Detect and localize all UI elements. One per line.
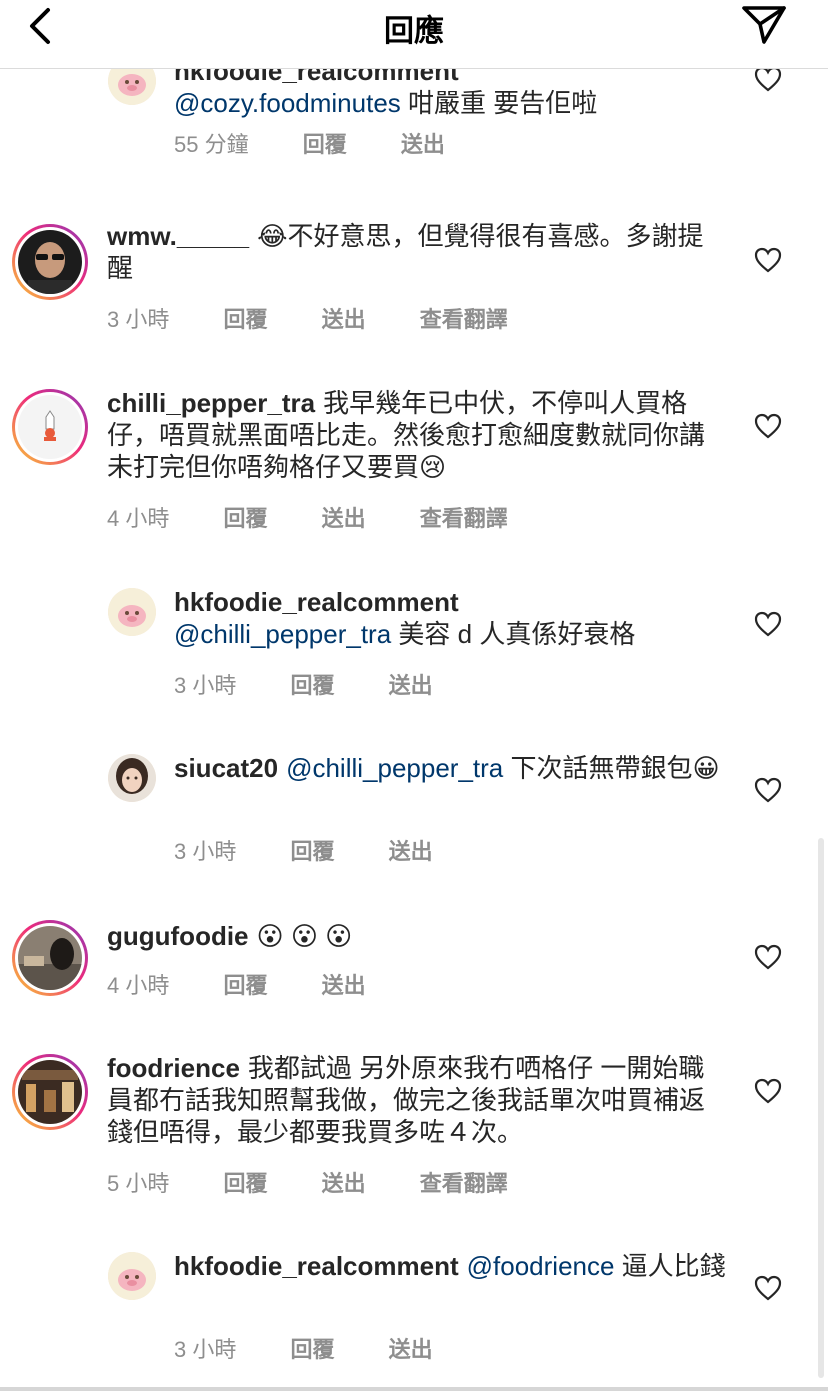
comment-username[interactable]: hkfoodie_realcomment bbox=[174, 587, 459, 617]
comment-reply: siucat20 @chilli_pepper_tra 下次話無帶銀包😀 3 小時… bbox=[0, 752, 828, 902]
comment-username[interactable]: chilli_pepper_tra bbox=[107, 388, 315, 418]
reply-button[interactable]: 回覆 bbox=[290, 673, 334, 698]
comment-time: 5 小時 bbox=[107, 1171, 170, 1196]
comment-reply: hkfoodie_realcomment @cozy.foodminutes 咁… bbox=[0, 69, 828, 225]
comment-reply: hkfoodie_realcomment @foodrience 逼人比錢 3 小… bbox=[0, 1250, 828, 1390]
comment-username[interactable]: foodrience bbox=[107, 1053, 240, 1083]
avatar[interactable] bbox=[12, 224, 88, 300]
comment-time: 3 小時 bbox=[174, 673, 237, 698]
like-heart-icon[interactable] bbox=[754, 1078, 782, 1104]
send-button[interactable]: 送出 bbox=[401, 132, 445, 157]
comment: wmw._____ 😂不好意思，但覺得很有喜感。多謝提醒 3 小時 回覆 送出 查… bbox=[0, 220, 828, 380]
comment-username[interactable]: gugufoodie bbox=[107, 921, 249, 951]
comment-username[interactable]: hkfoodie_realcomment bbox=[174, 1251, 459, 1281]
mention-link[interactable]: @cozy.foodminutes bbox=[174, 88, 401, 118]
avatar[interactable] bbox=[12, 1054, 88, 1130]
send-button[interactable]: 送出 bbox=[322, 973, 366, 998]
send-button[interactable]: 送出 bbox=[389, 673, 433, 698]
page-title: 回應 bbox=[384, 15, 444, 48]
comment-text: 下次話無帶銀包😀 bbox=[503, 753, 720, 783]
comment-username[interactable]: wmw._____ bbox=[107, 221, 249, 251]
avatar[interactable] bbox=[108, 1252, 156, 1300]
comment: gugufoodie 😮 😮 😮 4 小時 回覆 送出 bbox=[0, 918, 828, 1048]
comment-reply: hkfoodie_realcomment @chilli_pepper_tra … bbox=[0, 586, 828, 736]
like-heart-icon[interactable] bbox=[754, 1275, 782, 1301]
avatar[interactable] bbox=[12, 389, 88, 465]
comment-time: 55 分鐘 bbox=[174, 132, 249, 157]
comment: chilli_pepper_tra 我早幾年已中伏，不停叫人買格仔，唔買就黑面唔比… bbox=[0, 387, 828, 587]
reply-button[interactable]: 回覆 bbox=[223, 506, 267, 531]
avatar[interactable] bbox=[108, 588, 156, 636]
avatar[interactable] bbox=[12, 920, 88, 996]
comment-text: 美容 d 人真係好衰格 bbox=[391, 619, 636, 649]
like-heart-icon[interactable] bbox=[754, 944, 782, 970]
reply-button[interactable]: 回覆 bbox=[223, 307, 267, 332]
like-heart-icon[interactable] bbox=[754, 413, 782, 439]
reply-button[interactable]: 回覆 bbox=[290, 1337, 334, 1362]
paper-plane-icon[interactable] bbox=[738, 2, 790, 46]
reply-button[interactable]: 回覆 bbox=[290, 839, 334, 864]
bottom-divider bbox=[0, 1387, 828, 1391]
scrollbar[interactable] bbox=[818, 838, 824, 1378]
comment-list[interactable]: hkfoodie_realcomment @cozy.foodminutes 咁… bbox=[0, 69, 828, 1391]
see-translation-button[interactable]: 查看翻譯 bbox=[420, 1171, 508, 1196]
comment-time: 4 小時 bbox=[107, 506, 170, 531]
send-button[interactable]: 送出 bbox=[322, 1171, 366, 1196]
comment-text: 😮 😮 😮 bbox=[256, 921, 353, 951]
mention-link[interactable]: @chilli_pepper_tra bbox=[174, 619, 391, 649]
avatar[interactable] bbox=[108, 754, 156, 802]
reply-button[interactable]: 回覆 bbox=[223, 973, 267, 998]
like-heart-icon[interactable] bbox=[754, 777, 782, 803]
reply-button[interactable]: 回覆 bbox=[223, 1171, 267, 1196]
like-heart-icon[interactable] bbox=[754, 611, 782, 637]
comment: foodrience 我都試過 另外原來我冇哂格仔 一開始職員都冇話我知照幫我做，… bbox=[0, 1052, 828, 1252]
comment-username[interactable]: hkfoodie_realcomment bbox=[174, 69, 459, 86]
reply-button[interactable]: 回覆 bbox=[303, 132, 347, 157]
comment-text: 逼人比錢 bbox=[614, 1251, 726, 1281]
comment-username[interactable]: siucat20 bbox=[174, 753, 278, 783]
see-translation-button[interactable]: 查看翻譯 bbox=[420, 307, 508, 332]
comment-time: 3 小時 bbox=[174, 1337, 237, 1362]
like-heart-icon[interactable] bbox=[754, 69, 782, 92]
mention-link[interactable]: @foodrience bbox=[467, 1251, 615, 1281]
send-button[interactable]: 送出 bbox=[322, 506, 366, 531]
comment-time: 3 小時 bbox=[174, 839, 237, 864]
comment-time: 4 小時 bbox=[107, 973, 170, 998]
top-bar: 回應 bbox=[0, 0, 828, 69]
mention-link[interactable]: @chilli_pepper_tra bbox=[286, 753, 503, 783]
like-heart-icon[interactable] bbox=[754, 247, 782, 273]
avatar[interactable] bbox=[108, 69, 156, 105]
send-button[interactable]: 送出 bbox=[389, 1337, 433, 1362]
send-button[interactable]: 送出 bbox=[389, 839, 433, 864]
send-button[interactable]: 送出 bbox=[322, 307, 366, 332]
comment-text: 咁嚴重 要告佢啦 bbox=[400, 88, 598, 118]
see-translation-button[interactable]: 查看翻譯 bbox=[420, 506, 508, 531]
comment-time: 3 小時 bbox=[107, 307, 170, 332]
